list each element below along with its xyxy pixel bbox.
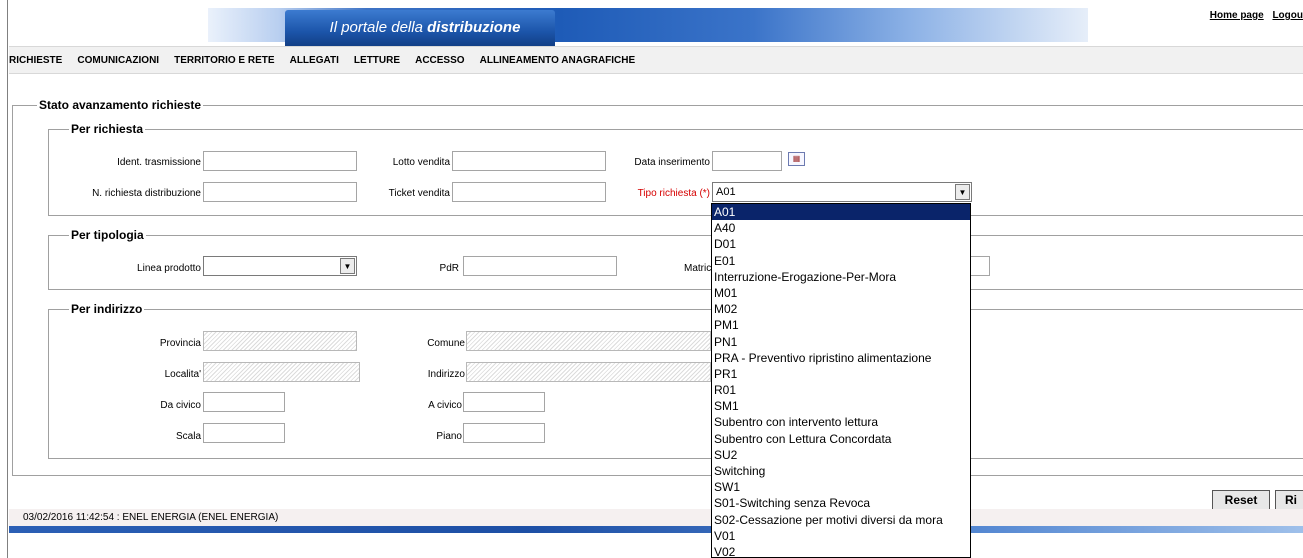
dropdown-option[interactable]: PR1: [712, 366, 970, 382]
pdr-label: PdR: [439, 263, 459, 274]
ident-trasmissione-label: Ident. trasmissione: [117, 157, 201, 168]
n-richiesta-input[interactable]: [203, 182, 357, 202]
per-richiesta-legend: Per richiesta: [71, 122, 144, 136]
ticket-vendita-input[interactable]: [452, 182, 606, 202]
tipo-richiesta-label: Tipo richiesta (*): [637, 188, 710, 199]
matricola-input[interactable]: [970, 256, 990, 276]
menu-allineamento-anagrafiche[interactable]: ALLINEAMENTO ANAGRAFICHE: [480, 47, 636, 75]
menu-letture[interactable]: LETTURE: [354, 47, 400, 75]
main-menu: RICHIESTE COMUNICAZIONI TERRITORIO E RET…: [9, 46, 1303, 74]
linea-prodotto-select[interactable]: ▼: [203, 256, 357, 276]
reset-button[interactable]: Reset: [1212, 490, 1270, 510]
pdr-input[interactable]: [463, 256, 617, 276]
dropdown-option[interactable]: PN1: [712, 334, 970, 350]
scala-label: Scala: [175, 431, 201, 442]
status-bar: 03/02/2016 11:42:54 : ENEL ENERGIA (ENEL…: [9, 509, 1303, 526]
dropdown-option[interactable]: S01-Switching senza Revoca: [712, 495, 970, 511]
dropdown-option[interactable]: R01: [712, 382, 970, 398]
dropdown-option[interactable]: SU2: [712, 447, 970, 463]
a-civico-label: A civico: [428, 400, 462, 411]
dropdown-option[interactable]: SM1: [712, 398, 970, 414]
scala-input[interactable]: [203, 423, 285, 443]
indirizzo-input[interactable]: [466, 362, 711, 382]
dropdown-option[interactable]: M01: [712, 285, 970, 301]
portal-title-bold: distribuzione: [427, 19, 521, 36]
tipo-richiesta-select[interactable]: A01 ▼: [712, 182, 972, 202]
dropdown-option[interactable]: A01: [712, 204, 970, 221]
indirizzo-label: Indirizzo: [427, 369, 465, 380]
tipo-richiesta-dropdown-list[interactable]: A01 A40 D01 E01 Interruzione-Erogazione-…: [711, 203, 971, 558]
provincia-label: Provincia: [159, 338, 201, 349]
home-page-link[interactable]: Home page: [1210, 10, 1264, 21]
menu-allegati[interactable]: ALLEGATI: [290, 47, 339, 75]
chevron-down-icon[interactable]: ▼: [955, 184, 970, 200]
piano-input[interactable]: [463, 423, 545, 443]
da-civico-input[interactable]: [203, 392, 285, 412]
comune-input[interactable]: [466, 331, 711, 351]
dropdown-option[interactable]: D01: [712, 236, 970, 252]
dropdown-option[interactable]: Switching: [712, 463, 970, 479]
ident-trasmissione-input[interactable]: [203, 151, 357, 171]
bottom-accent-bar: [9, 526, 1303, 533]
dropdown-option[interactable]: PRA - Preventivo ripristino alimentazion…: [712, 350, 970, 366]
ticket-vendita-label: Ticket vendita: [388, 188, 450, 199]
linea-prodotto-label: Linea prodotto: [137, 263, 201, 274]
calendar-icon[interactable]: ▦: [788, 152, 805, 166]
dropdown-option[interactable]: Subentro con Lettura Concordata: [712, 431, 970, 447]
dropdown-option[interactable]: PM1: [712, 317, 970, 333]
localita-label: Localita': [164, 369, 201, 380]
localita-input[interactable]: [203, 362, 360, 382]
lotto-vendita-label: Lotto vendita: [392, 157, 450, 168]
menu-territorio-e-rete[interactable]: TERRITORIO E RETE: [174, 47, 274, 75]
dropdown-option[interactable]: E01: [712, 253, 970, 269]
portal-title-prefix: Il portale della: [329, 19, 423, 36]
dropdown-option[interactable]: SW1: [712, 479, 970, 495]
dropdown-option[interactable]: Interruzione-Erogazione-Per-Mora: [712, 269, 970, 285]
stato-avanzamento-legend: Stato avanzamento richieste: [39, 98, 202, 112]
per-tipologia-legend: Per tipologia: [71, 228, 144, 242]
tipo-richiesta-value: A01: [716, 186, 736, 198]
dropdown-option[interactable]: A40: [712, 220, 970, 236]
ricerca-button[interactable]: Ri: [1275, 490, 1303, 510]
piano-label: Piano: [436, 431, 462, 442]
menu-comunicazioni[interactable]: COMUNICAZIONI: [77, 47, 159, 75]
dropdown-option[interactable]: M02: [712, 301, 970, 317]
matricola-label: Matric: [684, 263, 712, 274]
provincia-input[interactable]: [203, 331, 357, 351]
chevron-down-icon[interactable]: ▼: [340, 258, 355, 274]
logout-link[interactable]: Logou: [1272, 10, 1303, 21]
top-links: Home page Logou: [1204, 10, 1303, 21]
a-civico-input[interactable]: [463, 392, 545, 412]
left-border: [0, 0, 8, 558]
n-richiesta-label: N. richiesta distribuzione: [92, 188, 201, 199]
menu-richieste[interactable]: RICHIESTE: [9, 47, 62, 75]
portal-title: Il portale della distribuzione: [300, 19, 550, 36]
per-indirizzo-legend: Per indirizzo: [71, 302, 143, 316]
data-inserimento-input[interactable]: [712, 151, 782, 171]
lotto-vendita-input[interactable]: [452, 151, 606, 171]
dropdown-option[interactable]: S02-Cessazione per motivi diversi da mor…: [712, 512, 970, 528]
menu-accesso[interactable]: ACCESSO: [415, 47, 464, 75]
da-civico-label: Da civico: [160, 400, 201, 411]
dropdown-option[interactable]: Subentro con intervento lettura: [712, 414, 970, 430]
dropdown-option[interactable]: V01: [712, 528, 970, 544]
dropdown-option[interactable]: V02: [712, 544, 970, 557]
comune-label: Comune: [427, 338, 465, 349]
data-inserimento-label: Data inserimento: [634, 157, 710, 168]
